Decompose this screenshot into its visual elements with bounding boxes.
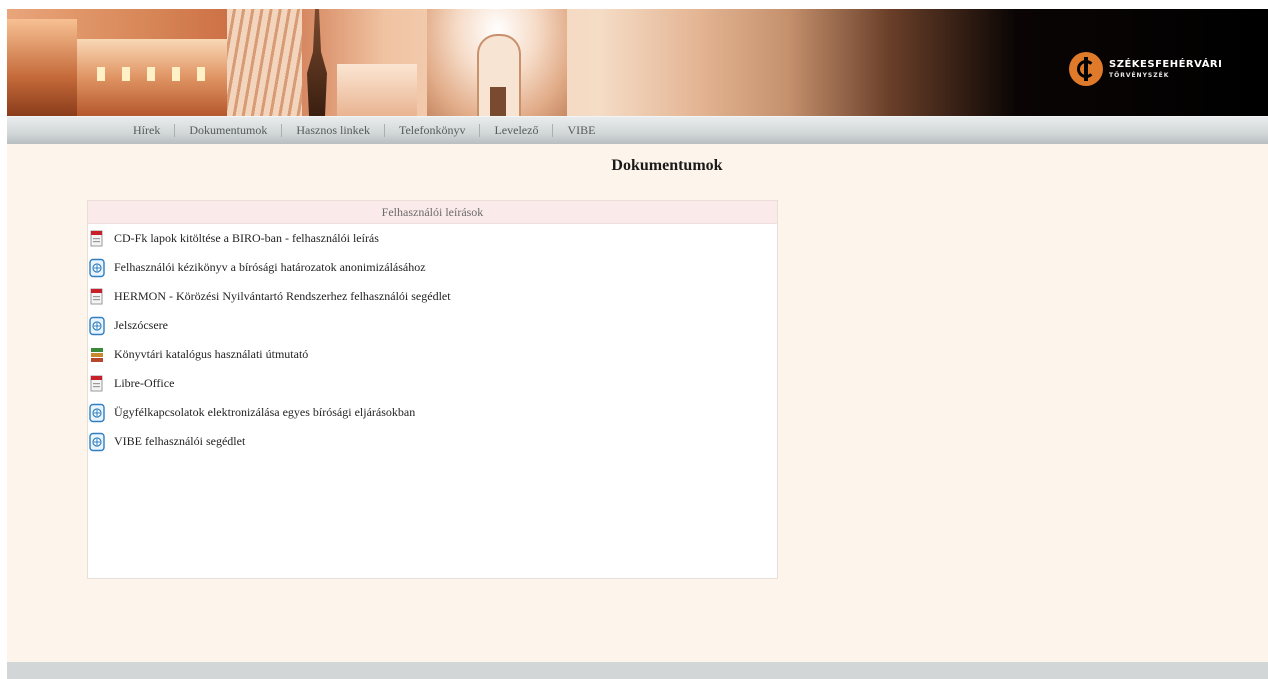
pdf-icon (88, 229, 106, 249)
main-nav: Hírek Dokumentumok Hasznos linkek Telefo… (7, 116, 1268, 144)
panel-header: Felhasználói leírások (88, 201, 777, 224)
document-link[interactable]: Könyvtári katalógus használati útmutató (114, 347, 308, 362)
nav-item-hirek[interactable]: Hírek (119, 124, 176, 137)
nav-item-dokumentumok[interactable]: Dokumentumok (175, 124, 283, 137)
document-item[interactable]: Libre-Office (88, 369, 451, 398)
header-banner: SZÉKESFEHÉRVÁRI TÖRVÉNYSZÉK (7, 9, 1268, 116)
document-item[interactable]: Könyvtári katalógus használati útmutató (88, 340, 451, 369)
documents-panel: Felhasználói leírások CD-Fk lapok kitölt… (87, 200, 778, 579)
banner-photo-hall (427, 9, 567, 116)
document-list: CD-Fk lapok kitöltése a BIRO-ban - felha… (88, 224, 451, 456)
nav-item-telefonkonyv[interactable]: Telefonkönyv (385, 124, 481, 137)
document-link[interactable]: Jelszócsere (114, 318, 168, 333)
pdf-icon (88, 374, 106, 394)
logo-line1: SZÉKESFEHÉRVÁRI (1109, 59, 1223, 70)
banner-photo-palace (337, 64, 417, 116)
banner-photo-tower (7, 19, 77, 116)
document-link[interactable]: Felhasználói kézikönyv a bírósági határo… (114, 260, 426, 275)
document-item[interactable]: CD-Fk lapok kitöltése a BIRO-ban - felha… (88, 224, 451, 253)
document-item[interactable]: VIBE felhasználói segédlet (88, 427, 451, 456)
nav-item-hasznos-linkek[interactable]: Hasznos linkek (282, 124, 385, 137)
document-link[interactable]: CD-Fk lapok kitöltése a BIRO-ban - felha… (114, 231, 379, 246)
nav-item-levelezo[interactable]: Levelező (480, 124, 554, 137)
logo-line2: TÖRVÉNYSZÉK (1109, 72, 1170, 79)
web-document-icon (88, 258, 106, 278)
court-logo-text: SZÉKESFEHÉRVÁRI TÖRVÉNYSZÉK (1109, 59, 1222, 79)
pdf-icon (88, 287, 106, 307)
banner-photo-building (77, 39, 227, 116)
nav-items: Hírek Dokumentumok Hasznos linkek Telefo… (119, 117, 609, 144)
footer-bar (7, 662, 1268, 679)
document-link[interactable]: Ügyfélkapcsolatok elektronizálása egyes … (114, 405, 415, 420)
court-logo-icon (1069, 52, 1103, 86)
document-item[interactable]: Ügyfélkapcsolatok elektronizálása egyes … (88, 398, 451, 427)
document-item[interactable]: Felhasználói kézikönyv a bírósági határo… (88, 253, 451, 282)
web-document-icon (88, 432, 106, 452)
banner-photo-statue (307, 9, 327, 116)
court-logo[interactable]: SZÉKESFEHÉRVÁRI TÖRVÉNYSZÉK (1069, 49, 1222, 89)
document-link[interactable]: HERMON - Körözési Nyilvántartó Rendszerh… (114, 289, 451, 304)
page-title: Dokumentumok (611, 157, 723, 174)
document-link[interactable]: VIBE felhasználói segédlet (114, 434, 245, 449)
web-document-icon (88, 316, 106, 336)
web-document-icon (88, 403, 106, 423)
document-item[interactable]: Jelszócsere (88, 311, 451, 340)
banner-door (490, 87, 506, 116)
document-item[interactable]: HERMON - Körözési Nyilvántartó Rendszerh… (88, 282, 451, 311)
banner-photo-glass-roof (227, 9, 302, 116)
page: SZÉKESFEHÉRVÁRI TÖRVÉNYSZÉK Hírek Dokume… (7, 9, 1268, 679)
nav-item-vibe[interactable]: VIBE (553, 124, 609, 137)
document-link[interactable]: Libre-Office (114, 376, 174, 391)
archive-icon (88, 345, 106, 365)
